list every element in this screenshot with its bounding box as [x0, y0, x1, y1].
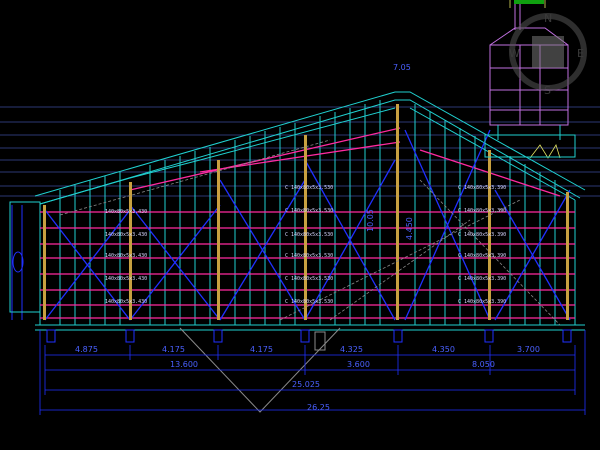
member-label: C 140x80x5x3.530	[285, 185, 333, 191]
compass-south-label[interactable]: S	[544, 84, 551, 97]
dimension-label: 8.050	[472, 360, 495, 369]
dimension-label: 26.25	[307, 403, 330, 412]
compass-east-label[interactable]: E	[577, 47, 584, 60]
vertical-dimension-mid: 10.05	[366, 209, 375, 232]
member-label: C 140x80x5x3.390	[458, 185, 506, 191]
dimension-label: 4.875	[75, 345, 98, 354]
compass-west-label[interactable]: W	[509, 47, 520, 60]
dimension-label: 4.175	[162, 345, 185, 354]
compass-north-label[interactable]: N	[544, 12, 552, 25]
member-label: C 140x80x5x3.530	[285, 299, 333, 305]
member-label: C 140x80x5x3.390	[458, 276, 506, 282]
dimension-label: 13.600	[170, 360, 198, 369]
dimension-label: 4.325	[340, 345, 363, 354]
member-label: 140x80x5x3.430	[105, 299, 147, 305]
dimension-label: 3.700	[517, 345, 540, 354]
dimension-label: 4.350	[432, 345, 455, 354]
member-label: C 140x80x5x3.530	[285, 208, 333, 214]
dimension-label: 25.025	[292, 380, 320, 389]
member-label: C 140x80x5x3.390	[458, 253, 506, 259]
compass-cube[interactable]	[532, 36, 564, 68]
dimension-label: 4.175	[250, 345, 273, 354]
top-tag-label: 7.05	[393, 63, 411, 72]
member-label: 140x80x5x3.430	[105, 209, 147, 215]
member-label: C 140x80x5x3.530	[285, 253, 333, 259]
member-label: 140x80x5x3.430	[105, 276, 147, 282]
tower-top-marker	[514, 0, 544, 4]
member-label: C 140x80x5x3.530	[285, 232, 333, 238]
cad-viewport[interactable]: N E S W 7.05 10.05 4.450 140x80x5x3.430 …	[0, 0, 600, 450]
member-label: C 140x80x5x3.390	[458, 208, 506, 214]
member-label: C 140x80x5x3.390	[458, 299, 506, 305]
member-label: C 140x80x5x3.390	[458, 232, 506, 238]
member-label: 140x80x5x3.430	[105, 232, 147, 238]
dimension-label: 3.600	[347, 360, 370, 369]
member-label: C 140x80x5x3.530	[285, 276, 333, 282]
member-label: 140x80x5x3.430	[105, 253, 147, 259]
vertical-dimension-right: 4.450	[405, 217, 414, 240]
